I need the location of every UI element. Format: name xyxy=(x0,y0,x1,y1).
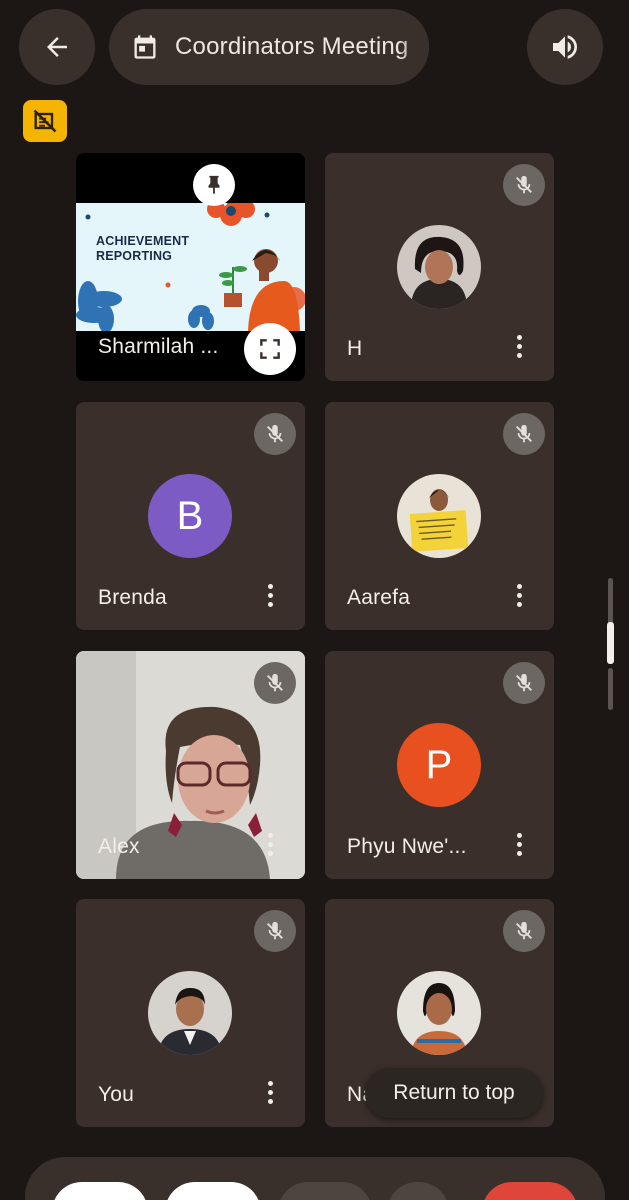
scrollbar-thumb[interactable] xyxy=(607,622,614,664)
avatar xyxy=(397,971,481,1055)
slide-illustration xyxy=(76,203,305,331)
participant-name: Alex xyxy=(98,835,140,858)
participant-tile-alex[interactable]: Alex xyxy=(76,651,305,879)
mic-off-indicator xyxy=(503,662,545,704)
participant-tile-phyu[interactable]: P Phyu Nwe'... xyxy=(325,651,554,879)
speaker-icon xyxy=(553,35,577,59)
connection-warning-badge[interactable] xyxy=(23,100,67,142)
mic-off-indicator xyxy=(503,413,545,455)
mic-off-icon xyxy=(516,424,532,443)
avatar xyxy=(148,971,232,1055)
no-connection-icon xyxy=(33,109,57,133)
participant-tile-brenda[interactable]: B Brenda xyxy=(76,402,305,630)
meeting-title: Coordinators Meeting xyxy=(175,33,409,60)
pin-icon xyxy=(208,175,220,195)
avatar: P xyxy=(397,723,481,807)
more-vert-icon xyxy=(267,832,273,838)
meeting-title-pill[interactable]: Coordinators Meeting xyxy=(109,9,429,85)
shared-slide: ACHIEVEMENT REPORTING xyxy=(76,203,305,331)
participant-name: Phyu Nwe'... xyxy=(347,835,467,858)
mic-off-indicator xyxy=(254,662,296,704)
arrow-left-icon xyxy=(47,37,67,57)
participant-name: Sharmilah ... xyxy=(98,335,219,358)
participant-tile-presentation[interactable]: ACHIEVEMENT REPORTING Sharmilah ... xyxy=(76,153,305,381)
more-options-button[interactable] xyxy=(255,580,285,610)
mic-off-icon xyxy=(516,921,532,940)
mic-off-icon xyxy=(267,921,283,940)
mic-off-indicator xyxy=(254,910,296,952)
participant-tile-aarefa[interactable]: Aarefa xyxy=(325,402,554,630)
participant-tile-h[interactable]: H xyxy=(325,153,554,381)
audio-output-button[interactable] xyxy=(527,9,603,85)
more-options-button[interactable] xyxy=(504,580,534,610)
more-vert-icon xyxy=(516,583,522,589)
avatar xyxy=(397,474,481,558)
mic-off-indicator xyxy=(254,413,296,455)
more-options-button[interactable] xyxy=(255,829,285,859)
more-options-button[interactable] xyxy=(255,1077,285,1107)
mic-off-icon xyxy=(516,673,532,692)
more-vert-icon xyxy=(516,832,522,838)
mic-off-icon xyxy=(267,424,283,443)
back-button[interactable] xyxy=(19,9,95,85)
participant-name: H xyxy=(347,337,363,360)
avatar: B xyxy=(148,474,232,558)
mic-off-icon xyxy=(267,673,283,692)
calendar-icon xyxy=(134,35,156,59)
more-options-button[interactable] xyxy=(504,331,534,361)
participant-name: You xyxy=(98,1083,135,1106)
participant-name: Aarefa xyxy=(347,586,411,609)
more-vert-icon xyxy=(267,583,273,589)
fullscreen-button[interactable] xyxy=(244,323,296,375)
avatar xyxy=(397,225,481,309)
more-vert-icon xyxy=(516,334,522,340)
pin-button[interactable] xyxy=(193,164,235,206)
mic-off-icon xyxy=(516,175,532,194)
participant-tile-you[interactable]: You xyxy=(76,899,305,1127)
more-options-button[interactable] xyxy=(504,829,534,859)
scrollbar-track xyxy=(608,668,613,710)
participant-name: Brenda xyxy=(98,586,167,609)
fullscreen-icon xyxy=(260,339,280,359)
mic-off-indicator xyxy=(503,164,545,206)
return-to-top-button[interactable]: Return to top xyxy=(365,1068,543,1118)
mic-off-indicator xyxy=(503,910,545,952)
more-vert-icon xyxy=(267,1080,273,1086)
